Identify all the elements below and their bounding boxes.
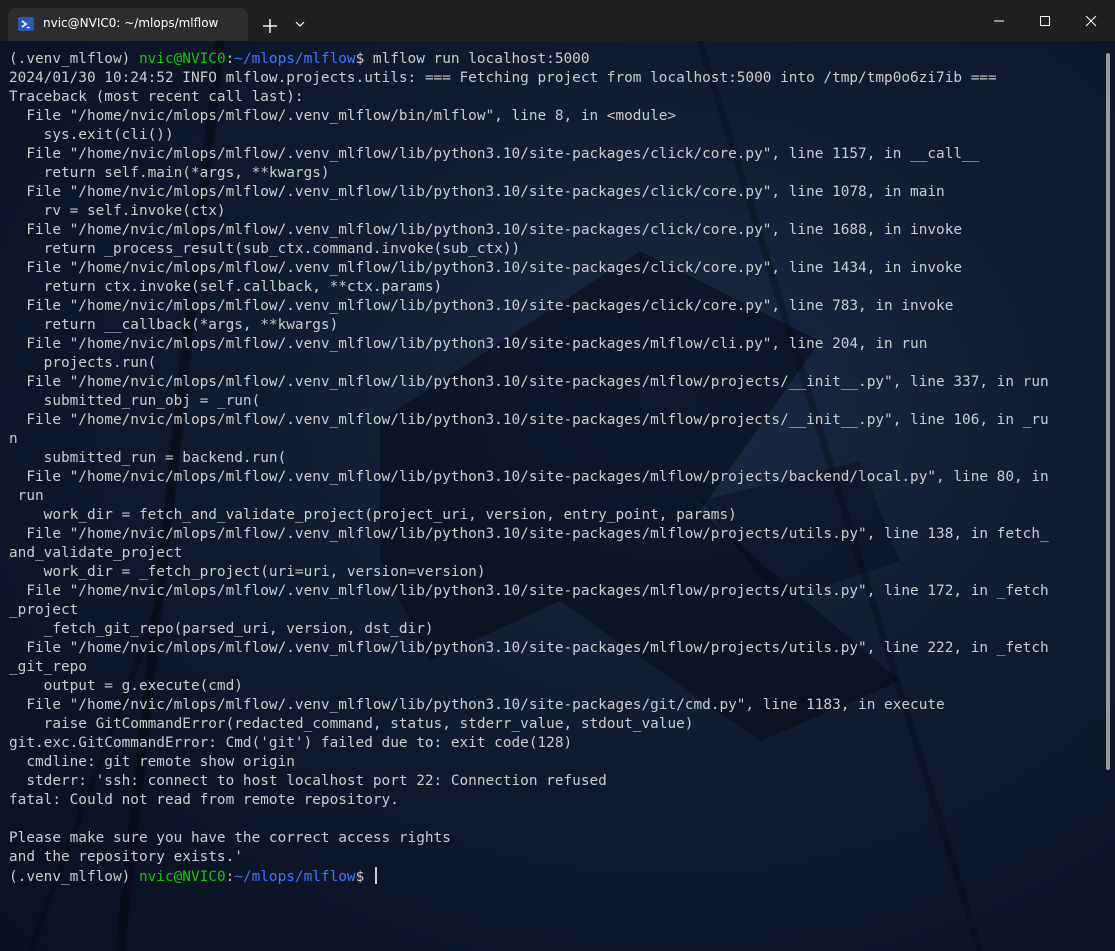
close-icon [1085,15,1097,27]
close-button[interactable] [1068,0,1114,41]
output-line: File "/home/nvic/mlops/mlflow/.venv_mlfl… [9,583,1049,599]
tab-dropdown-button[interactable] [292,16,308,32]
output-line: return self.main(*args, **kwargs) [9,165,330,181]
prompt-user-host: nvic@NVIC0 [138,51,226,67]
prompt-separator: : [225,51,235,67]
output-line: File "/home/nvic/mlops/mlflow/.venv_mlfl… [9,336,928,352]
output-line: run [9,488,44,504]
tab-close-icon[interactable] [223,16,239,32]
maximize-icon [1040,16,1050,26]
minimize-button[interactable] [976,0,1022,41]
prompt-dollar: $ [355,51,373,67]
output-line: projects.run( [9,355,157,371]
output-line: n [9,431,18,447]
output-line: rv = self.invoke(ctx) [9,203,226,219]
output-line: submitted_run_obj = _run( [9,393,261,409]
prompt-path: ~/mlops/mlflow [234,869,356,885]
output-line: _git_repo [9,659,87,675]
output-line: output = g.execute(cmd) [9,678,243,694]
output-line: Please make sure you have the correct ac… [9,830,451,846]
scrollbar-thumb[interactable] [1106,53,1110,770]
output-line: File "/home/nvic/mlops/mlflow/.venv_mlfl… [9,184,945,200]
output-line: File "/home/nvic/mlops/mlflow/.venv_mlfl… [9,146,980,162]
output-line: File "/home/nvic/mlops/mlflow/.venv_mlfl… [9,640,1049,656]
output-line: and_validate_project [9,545,183,561]
maximize-button[interactable] [1022,0,1068,41]
prompt-path: ~/mlops/mlflow [234,51,356,67]
command-text: mlflow run localhost:5000 [372,51,590,67]
tab-title: nvic@NVIC0: ~/mlops/mlflow [43,16,219,30]
output-line: return _process_result(sub_ctx.command.i… [9,241,521,257]
terminal-window: nvic@NVIC0: ~/mlops/mlflow (.venv_mlflow… [0,0,1115,951]
prompt-dollar: $ [355,869,373,885]
output-line: raise GitCommandError(redacted_command, … [9,716,694,732]
terminal-output: (.venv_mlflow) nvic@NVIC0:~/mlops/mlflow… [9,50,1099,886]
output-line: File "/home/nvic/mlops/mlflow/.venv_mlfl… [9,412,1049,428]
output-line: File "/home/nvic/mlops/mlflow/.venv_mlfl… [9,260,963,276]
output-line: _fetch_git_repo(parsed_uri, version, dst… [9,621,434,637]
output-line: git.exc.GitCommandError: Cmd('git') fail… [9,735,573,751]
output-line: File "/home/nvic/mlops/mlflow/.venv_mlfl… [9,222,963,238]
output-line: File "/home/nvic/mlops/mlflow/.venv_mlfl… [9,697,945,713]
title-bar: nvic@NVIC0: ~/mlops/mlflow [0,0,1115,41]
powershell-icon [18,17,34,31]
output-line: stderr: 'ssh: connect to host localhost … [9,773,607,789]
output-line: and the repository exists.' [9,849,243,865]
prompt-venv: (.venv_mlflow) [9,869,139,885]
output-line: work_dir = _fetch_project(uri=uri, versi… [9,564,486,580]
plus-icon [263,19,277,33]
new-tab-button[interactable] [258,14,282,38]
prompt-separator: : [225,869,235,885]
output-lines: 2024/01/30 10:24:52 INFO mlflow.projects… [9,69,1099,867]
prompt-user-host: nvic@NVIC0 [138,869,226,885]
output-line: return ctx.invoke(self.callback, **ctx.p… [9,279,443,295]
minimize-icon [994,20,1004,22]
output-line: File "/home/nvic/mlops/mlflow/.venv_mlfl… [9,298,954,314]
output-line: 2024/01/30 10:24:52 INFO mlflow.projects… [9,70,997,86]
output-line: File "/home/nvic/mlops/mlflow/.venv_mlfl… [9,108,677,124]
output-line: work_dir = fetch_and_validate_project(pr… [9,507,737,523]
terminal-pane[interactable]: (.venv_mlflow) nvic@NVIC0:~/mlops/mlflow… [0,41,1115,951]
output-line: return __callback(*args, **kwargs) [9,317,339,333]
prompt-line-current[interactable]: (.venv_mlflow) nvic@NVIC0:~/mlops/mlflow… [9,867,1099,886]
output-line: submitted_run = backend.run( [9,450,287,466]
output-line: Traceback (most recent call last): [9,89,304,105]
text-cursor [374,867,377,884]
tab-terminal[interactable]: nvic@NVIC0: ~/mlops/mlflow [8,8,248,41]
output-line: sys.exit(cli()) [9,127,174,143]
output-line: File "/home/nvic/mlops/mlflow/.venv_mlfl… [9,469,1049,485]
output-line: File "/home/nvic/mlops/mlflow/.venv_mlfl… [9,374,1049,390]
prompt-line: (.venv_mlflow) nvic@NVIC0:~/mlops/mlflow… [9,50,1099,69]
chevron-down-icon [295,21,305,27]
output-line: _project [9,602,79,618]
output-line: File "/home/nvic/mlops/mlflow/.venv_mlfl… [9,526,1049,542]
output-line: cmdline: git remote show origin [9,754,295,770]
prompt-venv: (.venv_mlflow) [9,51,139,67]
output-line: fatal: Could not read from remote reposi… [9,792,399,808]
